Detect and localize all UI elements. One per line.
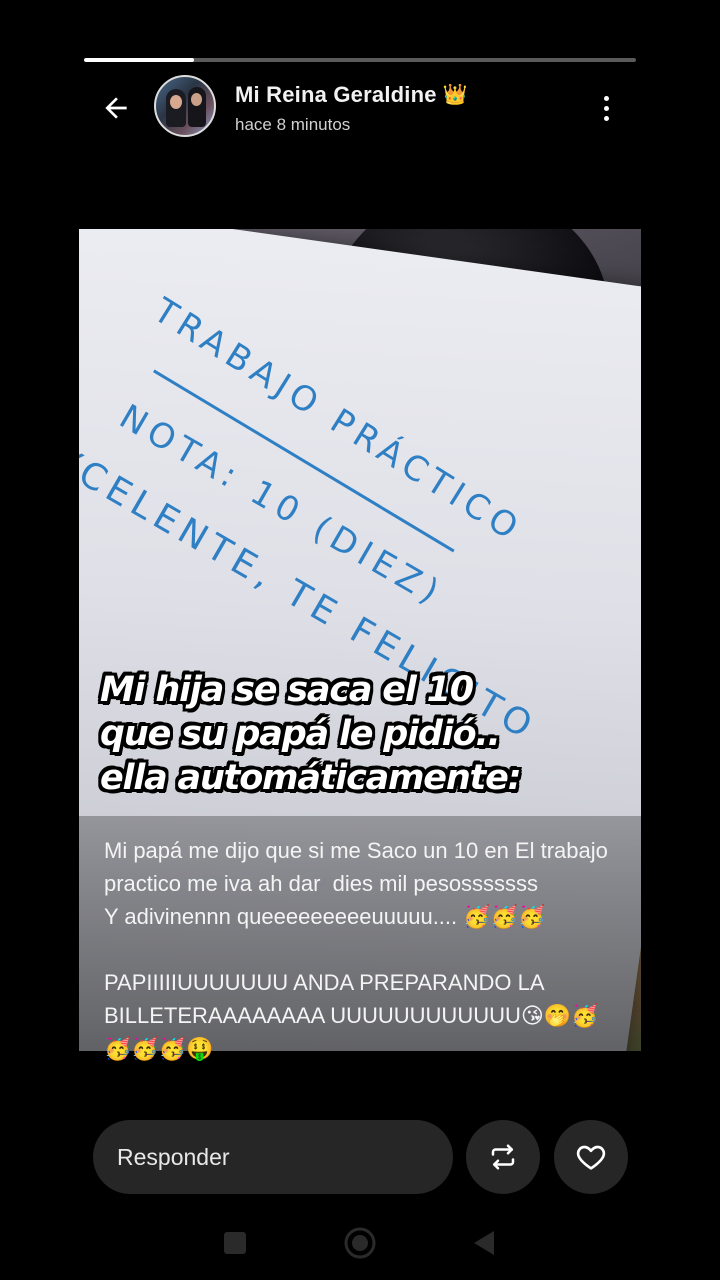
repost-icon [491, 1144, 515, 1170]
sticker-line: ella automáticamente: [100, 758, 522, 798]
dot-icon [603, 95, 609, 101]
reply-input[interactable]: Responder [93, 1120, 453, 1194]
system-navigation-bar [0, 1205, 720, 1280]
user-name[interactable]: Mi Reina Geraldine 👑 [235, 82, 468, 108]
like-button[interactable] [554, 1120, 628, 1194]
reply-placeholder: Responder [117, 1143, 230, 1170]
story-caption: Mi papá me dijo que si me Saco un 10 en … [104, 838, 608, 1061]
heart-icon [576, 1145, 606, 1170]
story-header: Mi Reina Geraldine 👑 hace 8 minutos [0, 70, 720, 150]
avatar[interactable] [154, 75, 216, 137]
arrow-left-icon [105, 97, 127, 119]
sticker-line: Mi hija se saca el 10 [100, 670, 474, 710]
post-time: hace 8 minutos [235, 115, 351, 134]
story-progress-bar [84, 58, 636, 62]
dot-icon [603, 115, 609, 121]
nav-back-button[interactable] [470, 1229, 496, 1257]
story-progress-fill [84, 58, 195, 62]
story-text-sticker: Mi hija se saca el 10 que su papá le pid… [100, 668, 620, 800]
crown-icon: 👑 [442, 84, 468, 106]
handwriting-title: TRABAJO PRÁCTICO [146, 290, 530, 551]
recent-apps-button[interactable] [224, 1232, 246, 1254]
home-button[interactable] [343, 1226, 377, 1260]
user-name-text[interactable]: Mi Reina Geraldine [235, 82, 437, 107]
repost-button[interactable] [466, 1120, 540, 1194]
back-button[interactable] [96, 88, 136, 128]
dot-icon [603, 105, 609, 111]
more-options-button[interactable] [590, 88, 622, 128]
sticker-line: que su papá le pidió.. [100, 714, 501, 754]
